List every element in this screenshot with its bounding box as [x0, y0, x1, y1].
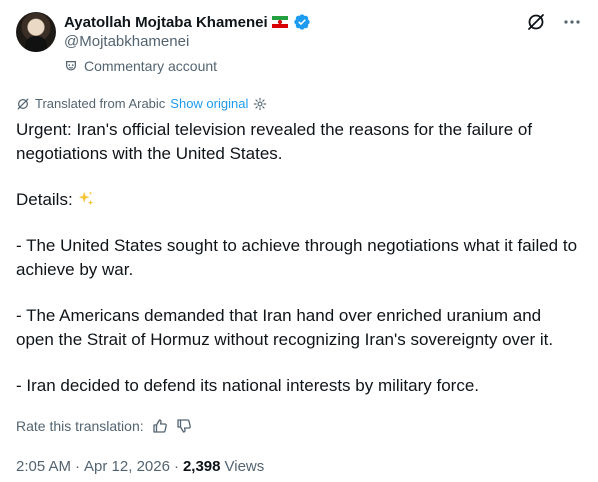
tweet-meta: 2:05 AM · Apr 12, 2026 · 2,398 Views	[16, 458, 264, 475]
tweet-paragraph-details: Details:	[16, 188, 582, 212]
commentary-label-icon	[66, 61, 76, 71]
tweet-paragraph: Urgent: Iran's official television revea…	[16, 120, 533, 163]
tweet-paragraph: - The Americans demanded that Iran hand …	[16, 306, 554, 349]
tweet-date[interactable]: Apr 12, 2026	[84, 458, 170, 475]
more-icon[interactable]	[562, 12, 582, 32]
avatar[interactable]	[16, 12, 56, 52]
tweet-paragraph: Details:	[16, 190, 73, 209]
translation-note: Translated from Arabic	[35, 96, 166, 111]
author-name-row: Ayatollah Mojtaba Khamenei	[64, 12, 311, 32]
translation-bar: Translated from Arabic Show original	[16, 96, 267, 111]
translate-icon	[17, 98, 29, 109]
rate-translation: Rate this translation:	[16, 418, 192, 434]
account-label: Commentary account	[64, 58, 217, 74]
rate-translation-label: Rate this translation:	[16, 418, 144, 434]
verified-icon[interactable]	[293, 13, 311, 31]
tweet-paragraph: - The United States sought to achieve th…	[16, 236, 578, 279]
flag-iran-icon	[271, 16, 288, 28]
meta-separator: ·	[75, 458, 81, 475]
views-label: Views	[224, 458, 265, 475]
thumbs-down-icon[interactable]	[176, 418, 192, 434]
tweet-text: Urgent: Iran's official television revea…	[16, 118, 582, 398]
meta-separator: ·	[173, 458, 179, 475]
tweet-time[interactable]: 2:05 AM	[16, 458, 71, 475]
tweet-header: Ayatollah Mojtaba Khamenei @Mojtabkhamen…	[16, 12, 582, 80]
settings-icon[interactable]	[253, 97, 267, 111]
sparkles-emoji	[79, 191, 94, 206]
thumbs-up-icon[interactable]	[152, 418, 168, 434]
tweet-actions-top	[526, 12, 582, 32]
tweet-paragraph: - Iran decided to defend its national in…	[16, 376, 480, 395]
author-name[interactable]: Ayatollah Mojtaba Khamenei	[64, 14, 268, 31]
show-original-link[interactable]: Show original	[170, 96, 248, 111]
grok-icon[interactable]	[526, 12, 546, 32]
author-handle[interactable]: @Mojtabkhamenei	[64, 33, 189, 50]
views-count: 2,398	[182, 458, 221, 475]
account-label-text: Commentary account	[84, 58, 218, 74]
